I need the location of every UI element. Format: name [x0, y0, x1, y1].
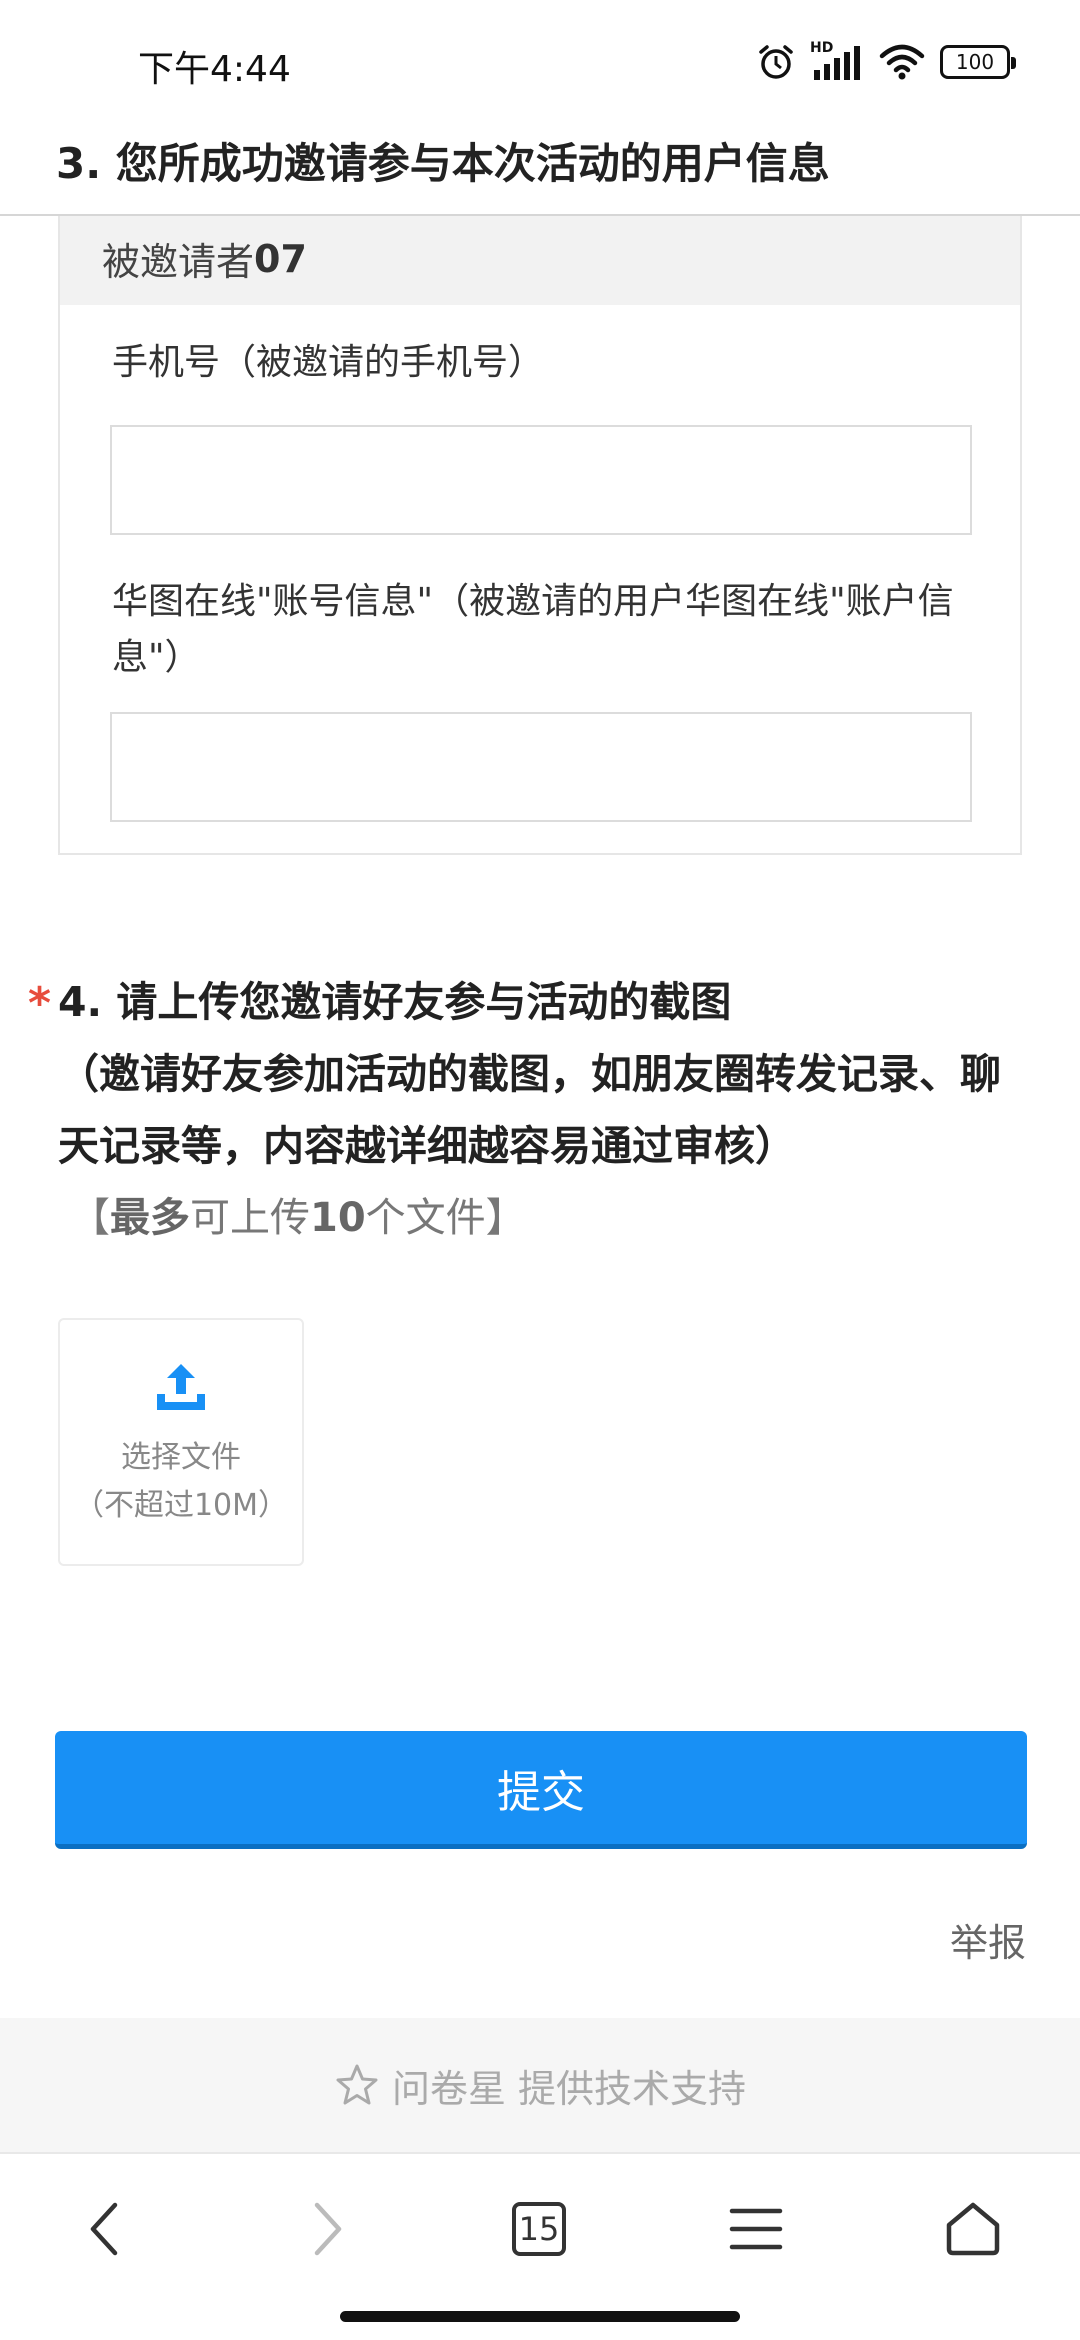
- forward-icon[interactable]: [282, 2184, 372, 2274]
- phone-label: 手机号（被邀请的手机号）: [112, 342, 545, 383]
- home-icon[interactable]: [928, 2184, 1018, 2274]
- menu-icon[interactable]: [711, 2184, 801, 2274]
- account-input[interactable]: [110, 712, 972, 822]
- limit-text-files: 个文件】: [365, 1195, 526, 1241]
- section4-question: * 4. 请上传您邀请好友参与活动的截图 （邀请好友参加活动的截图，如朋友圈转发…: [28, 966, 1028, 1254]
- brand-footer: 问卷星 提供技术支持: [0, 2018, 1080, 2152]
- upload-size-note: （不超过10M）: [73, 1488, 289, 1523]
- file-upload-button[interactable]: 选择文件 （不超过10M）: [58, 1318, 304, 1566]
- home-indicator[interactable]: [340, 2311, 740, 2322]
- signal-icon: HD: [810, 40, 864, 82]
- status-bar: 下午4:44 HD 100: [0, 0, 1080, 120]
- section4-title: 4. 请上传您邀请好友参与活动的截图: [58, 978, 732, 1026]
- report-link[interactable]: 举报: [950, 1912, 1026, 1967]
- tabs-icon[interactable]: 15: [494, 2184, 584, 2274]
- limit-open: 【: [70, 1195, 110, 1241]
- phone-input[interactable]: [110, 425, 972, 535]
- status-icons: HD 100: [756, 38, 1016, 86]
- required-mark: *: [28, 978, 52, 1029]
- upload-label: 选择文件: [121, 1440, 241, 1475]
- account-label: 华图在线"账号信息"（被邀请的用户华图在线"账户信息"）: [112, 581, 954, 678]
- battery-indicator: 100: [940, 45, 1016, 79]
- limit-bold-count: 10: [310, 1195, 366, 1241]
- star-outline-icon: [336, 2064, 378, 2105]
- upload-limit-note: 【最多可上传10个文件】: [28, 1182, 1028, 1254]
- invitee-number: 07: [254, 236, 307, 281]
- submit-button[interactable]: 提交: [55, 1731, 1027, 1849]
- section3-header: 3. 您所成功邀请参与本次活动的用户信息: [0, 120, 1080, 216]
- back-icon[interactable]: [60, 2184, 150, 2274]
- page: 下午4:44 HD 100 3. 您所成功邀请参与本次活动的用户信息 被邀请者 …: [0, 0, 1080, 2340]
- section3-title: 3. 您所成功邀请参与本次活动的用户信息: [56, 139, 830, 188]
- limit-text-can-upload: 可上传: [190, 1195, 310, 1241]
- brand-text: 问卷星 提供技术支持: [391, 2066, 747, 2111]
- tab-count: 15: [512, 2202, 566, 2256]
- limit-bold-most: 最多: [110, 1195, 190, 1241]
- wifi-icon: [878, 42, 926, 82]
- upload-icon: [157, 1364, 205, 1410]
- alarm-icon: [756, 42, 796, 82]
- invitee-card-header: 被邀请者 07: [60, 212, 1020, 305]
- invitee-card: 被邀请者 07 手机号（被邀请的手机号） 华图在线"账号信息"（被邀请的用户华图在…: [58, 210, 1022, 855]
- section4-description: （邀请好友参加活动的截图，如朋友圈转发记录、聊天记录等，内容越详细越容易通过审核…: [58, 1050, 1001, 1170]
- status-time: 下午4:44: [138, 49, 291, 90]
- invitee-prefix: 被邀请者: [102, 240, 255, 284]
